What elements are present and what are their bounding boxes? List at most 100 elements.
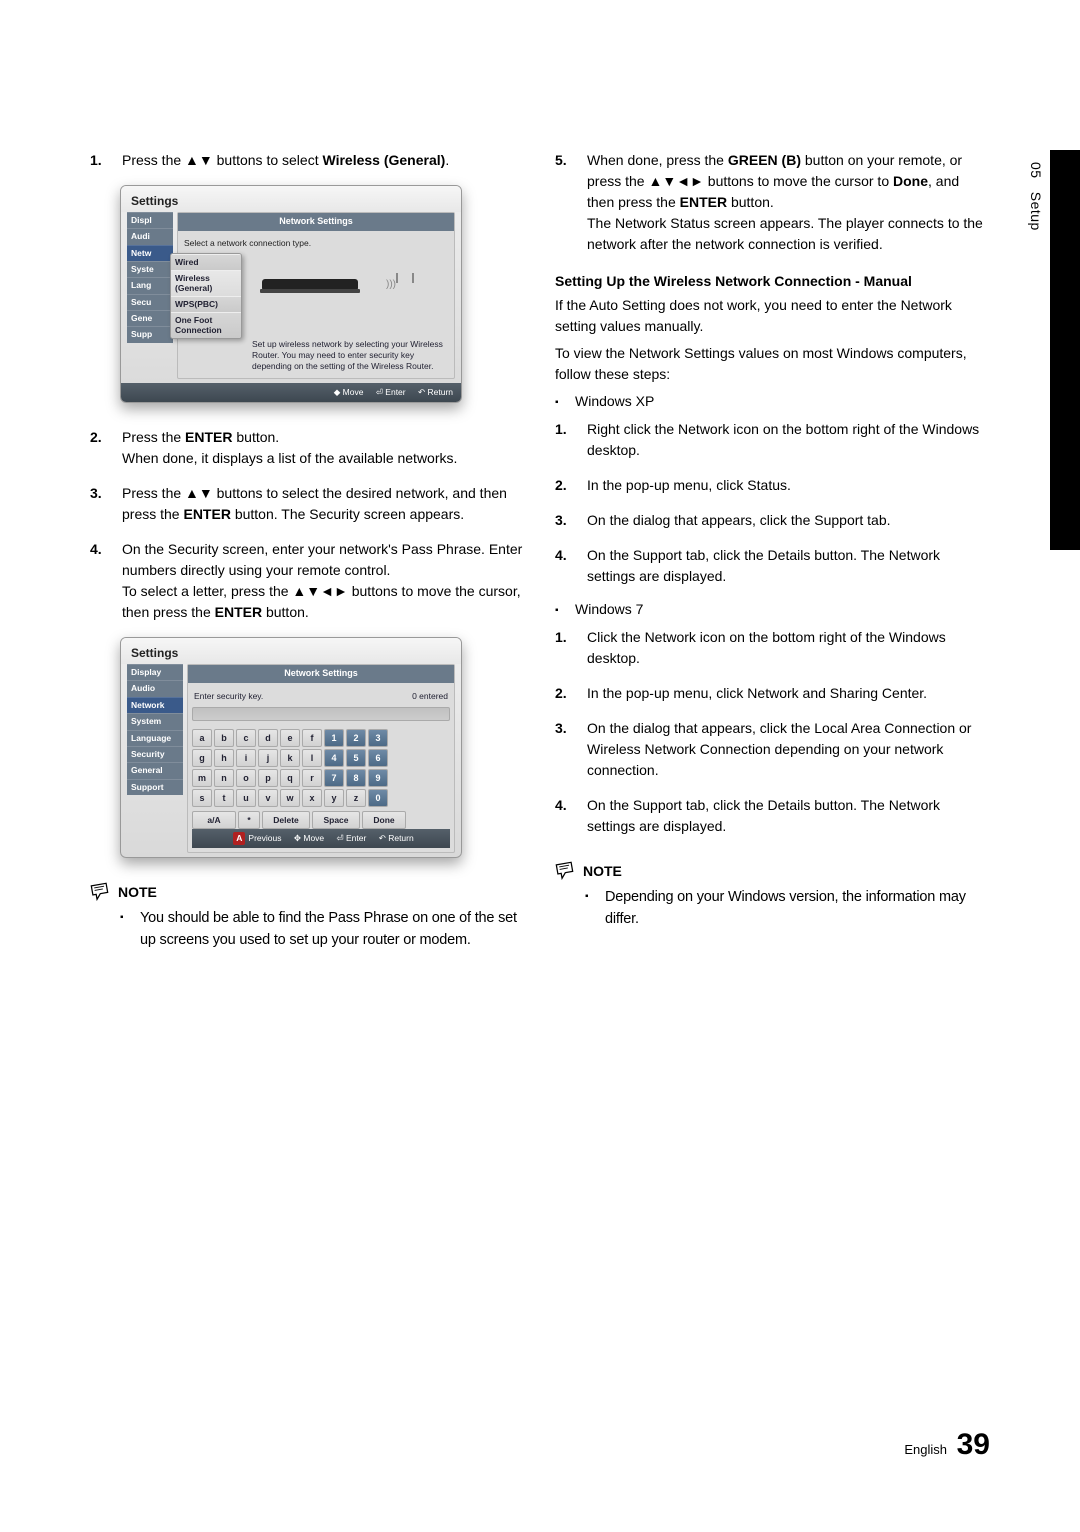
key-delete[interactable]: Delete	[262, 811, 310, 829]
sidebar-item[interactable]: Security	[127, 746, 183, 762]
key-g[interactable]: g	[192, 749, 212, 767]
key-9[interactable]: 9	[368, 769, 388, 787]
key-4[interactable]: 4	[324, 749, 344, 767]
mock-wrapper: Settings DisplayAudioNetworkSystemLangua…	[90, 637, 525, 858]
network-type-option[interactable]: Wired	[171, 254, 241, 270]
windows-xp-label: ▪ Windows XP	[555, 393, 990, 413]
note-text: You should be able to find the Pass Phra…	[140, 908, 525, 952]
key-z[interactable]: z	[346, 789, 366, 807]
key-n[interactable]: n	[214, 769, 234, 787]
key-space[interactable]: Space	[312, 811, 360, 829]
sidebar-item[interactable]: Support	[127, 779, 183, 795]
step: 1.Right click the Network icon on the bo…	[555, 419, 990, 461]
windows-7-label: ▪ Windows 7	[555, 601, 990, 621]
network-type-option[interactable]: One Foot Connection	[171, 312, 241, 338]
step: 2.In the pop-up menu, click Status.	[555, 475, 990, 496]
sidebar-item[interactable]: Gene	[127, 310, 173, 326]
note-body-left: ▪ You should be able to find the Pass Ph…	[120, 908, 525, 952]
sidebar-item[interactable]: Syste	[127, 261, 173, 277]
right-column: 5.When done, press the GREEN (B) button …	[555, 150, 990, 952]
step: 5.When done, press the GREEN (B) button …	[555, 150, 990, 255]
mock-sidebar: DisplayAudioNetworkSystemLanguageSecurit…	[127, 664, 183, 853]
key-t[interactable]: t	[214, 789, 234, 807]
key-done[interactable]: Done	[362, 811, 406, 829]
key-m[interactable]: m	[192, 769, 212, 787]
foot-return: ↶ Return	[418, 387, 453, 397]
key-v[interactable]: v	[258, 789, 278, 807]
sidebar-item[interactable]: Audi	[127, 228, 173, 244]
step: 1.Press the ▲▼ buttons to select Wireles…	[90, 150, 525, 171]
page-footer: English 39	[904, 1428, 990, 1462]
key-o[interactable]: o	[236, 769, 256, 787]
chapter-number: 05	[1028, 162, 1044, 179]
key-w[interactable]: w	[280, 789, 300, 807]
manual-para1: If the Auto Setting does not work, you n…	[555, 295, 990, 337]
key-x[interactable]: x	[302, 789, 322, 807]
key-0[interactable]: 0	[368, 789, 388, 807]
sidebar-item[interactable]: Lang	[127, 277, 173, 293]
windows-7-steps: 1.Click the Network icon on the bottom r…	[555, 627, 990, 837]
sidebar-item[interactable]: Secu	[127, 294, 173, 310]
key-e[interactable]: e	[280, 729, 300, 747]
key-u[interactable]: u	[236, 789, 256, 807]
key-q[interactable]: q	[280, 769, 300, 787]
mock-pane: Network Settings Select a network connec…	[177, 212, 455, 379]
note-heading-right: NOTE	[555, 861, 990, 881]
bullet-icon: ▪	[555, 601, 565, 621]
sidebar-item[interactable]: Language	[127, 730, 183, 746]
key-h[interactable]: h	[214, 749, 234, 767]
key-7[interactable]: 7	[324, 769, 344, 787]
mock-footbar: ◆ Move ⏎ Enter ↶ Return	[121, 383, 461, 402]
key-d[interactable]: d	[258, 729, 278, 747]
sidebar-item[interactable]: Displ	[127, 212, 173, 228]
pane-desc: Select a network connection type.	[182, 235, 450, 254]
foot-enter: ⏎ Enter	[376, 387, 406, 397]
mock-footbar: APrevious ✥ Move ⏎ Enter ↶ Return	[192, 829, 450, 848]
key-b[interactable]: b	[214, 729, 234, 747]
entered-count: 0 entered	[412, 690, 448, 703]
key-c[interactable]: c	[236, 729, 256, 747]
key-8[interactable]: 8	[346, 769, 366, 787]
key-f[interactable]: f	[302, 729, 322, 747]
step: 4.On the Support tab, click the Details …	[555, 545, 990, 587]
key-y[interactable]: y	[324, 789, 344, 807]
mock-title: Settings	[121, 638, 461, 664]
key-i[interactable]: i	[236, 749, 256, 767]
security-key-input[interactable]	[192, 707, 450, 721]
key-s[interactable]: s	[192, 789, 212, 807]
mock-wrapper: Settings DisplAudiNetwSysteLangSecuGeneS…	[90, 185, 525, 403]
foot-previous: APrevious	[228, 833, 281, 843]
sidebar-item[interactable]: Audio	[127, 680, 183, 696]
key-6[interactable]: 6	[368, 749, 388, 767]
key-5[interactable]: 5	[346, 749, 366, 767]
key-case[interactable]: a/A	[192, 811, 236, 829]
note-body-right: ▪ Depending on your Windows version, the…	[585, 887, 990, 931]
key-1[interactable]: 1	[324, 729, 344, 747]
network-type-option[interactable]: Wireless (General)	[171, 270, 241, 296]
step: 3.Press the ▲▼ buttons to select the des…	[90, 483, 525, 525]
note-icon	[553, 859, 576, 882]
sidebar-item[interactable]: Supp	[127, 326, 173, 342]
network-type-option[interactable]: WPS(PBC)	[171, 296, 241, 312]
note-text: Depending on your Windows version, the i…	[605, 887, 990, 931]
key-a[interactable]: a	[192, 729, 212, 747]
key-r[interactable]: r	[302, 769, 322, 787]
note-heading-left: NOTE	[90, 882, 525, 902]
key-2[interactable]: 2	[346, 729, 366, 747]
note-label: NOTE	[583, 863, 622, 879]
windows-xp-steps: 1.Right click the Network icon on the bo…	[555, 419, 990, 587]
sidebar-item[interactable]: Netw	[127, 245, 173, 261]
sidebar-item[interactable]: Display	[127, 664, 183, 680]
mock-pane: Network Settings Enter security key. 0 e…	[187, 664, 455, 853]
sidebar-item[interactable]: Network	[127, 697, 183, 713]
foot-move: ◆ Move	[334, 387, 364, 397]
sidebar-item[interactable]: System	[127, 713, 183, 729]
key-k[interactable]: k	[280, 749, 300, 767]
key-p[interactable]: p	[258, 769, 278, 787]
key-star[interactable]: *	[238, 811, 260, 829]
mock-title: Settings	[121, 186, 461, 212]
key-l[interactable]: l	[302, 749, 322, 767]
key-j[interactable]: j	[258, 749, 278, 767]
key-3[interactable]: 3	[368, 729, 388, 747]
sidebar-item[interactable]: General	[127, 762, 183, 778]
